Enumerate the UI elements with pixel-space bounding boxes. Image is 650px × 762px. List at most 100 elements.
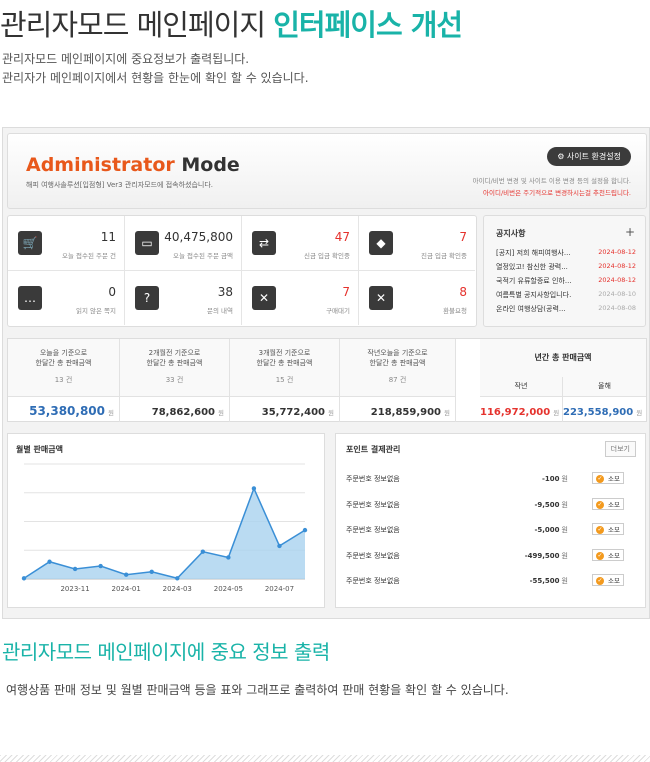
period-count: 13 건	[54, 376, 73, 384]
consume-button[interactable]: ✓ 소모	[592, 548, 624, 561]
point-row: 주문번호 정보없음 -100 원 ✓ 소모	[346, 472, 636, 486]
data-point	[302, 527, 308, 533]
stat-card[interactable]: ▭ 40,475,800 오늘 접수된 주문 금액	[125, 216, 242, 271]
point-amount: -5,000 원	[535, 525, 569, 535]
notice-item-date: 2024-08-12	[598, 276, 636, 284]
notice-item-title: 열정있고! 참신한 광력...	[496, 263, 568, 271]
stat-card[interactable]: … 0 읽지 않은 쪽지	[8, 271, 125, 325]
point-payment-panel: 포인트 결제관리 더보기 주문번호 정보없음 -100 원 ✓ 소모 주문번호 정보없음 -…	[335, 433, 646, 608]
point-row: 주문번호 정보없음 -55,500 원 ✓ 소모	[346, 574, 636, 588]
stat-card[interactable]: 🛒 11 오늘 접수된 주문 건	[8, 216, 125, 271]
notice-item-title: [공지] 저희 해피여행사...	[496, 249, 571, 257]
check-icon: ✓	[596, 551, 604, 560]
intro-text: 관리자모드 메인페이지에 중요정보가 출력됩니다. 관리자가 메인페이지에서 현…	[2, 50, 309, 88]
stats-panel: 🛒 11 오늘 접수된 주문 건 ▭ 40,475,800 오늘 접수된 주문 금액 ⇄ 47…	[7, 215, 477, 327]
period-sublabel: 한달간 총 판매금액	[35, 359, 92, 367]
consume-button[interactable]: ✓ 소모	[592, 497, 624, 510]
currency-unit: 원	[636, 409, 643, 417]
point-amount: -55,500 원	[530, 576, 568, 586]
stat-card[interactable]: ⇄ 47 신금 입금 확인중	[242, 216, 359, 271]
page-title-highlight: 인터페이스 개선	[273, 8, 463, 42]
admin-header: Administrator Mode 해피 여행사솔루션[입점형] Ver3 관…	[7, 133, 647, 209]
x-tick-label: 2024-01	[112, 585, 141, 593]
period-label: 3개월전 기준으로	[258, 349, 311, 357]
stat-label: 진금 입금 확인중	[421, 252, 467, 260]
notice-item[interactable]: 국적기 유류할증료 인하... 2024-08-12	[496, 276, 636, 290]
sales-period-value: 218,859,900 원	[340, 396, 456, 422]
check-icon: ✓	[596, 500, 604, 509]
stat-value: 38	[217, 285, 233, 299]
point-amount-value: -5,000	[534, 526, 560, 534]
period-sublabel: 한달간 총 판매금액	[369, 359, 426, 367]
consume-button[interactable]: ✓ 소모	[592, 472, 624, 484]
stat-label: 환불요청	[443, 307, 467, 315]
consume-label: 소모	[608, 551, 620, 560]
consume-button[interactable]: ✓ 소모	[592, 574, 624, 586]
consume-label: 소모	[608, 475, 620, 483]
notice-more-icon[interactable]: +	[625, 225, 635, 239]
point-amount-value: -9,500	[534, 500, 560, 509]
currency-unit: 원	[561, 475, 568, 483]
logo-subtitle: 해피 여행사솔루션[입점형] Ver3 관리자모드에 접속하셨습니다.	[26, 181, 214, 189]
stat-card[interactable]: ✕ 8 환불요청	[359, 271, 475, 325]
card-icon: ▭	[135, 231, 159, 255]
stat-card[interactable]: ✕ 7 구매대기	[242, 271, 359, 325]
currency-unit: 원	[328, 409, 334, 417]
data-point	[251, 486, 257, 491]
data-point	[47, 559, 52, 564]
currency-unit: 원	[444, 409, 450, 417]
check-icon: ✓	[596, 526, 604, 534]
stat-card[interactable]: ? 38 문의 내역	[125, 271, 242, 325]
settings-note: 아이디/비번 변경 및 사이트 이용 변경 등의 설정을 합니다.	[472, 177, 631, 185]
site-settings-button[interactable]: ⚙ 사이트 환경설정	[547, 147, 631, 166]
notice-item[interactable]: 여름특별 공지사항입니다. 2024-08-10	[496, 290, 636, 304]
sales-period-value: 35,772,400 원	[230, 396, 340, 422]
cart-cancel-icon: ✕	[252, 286, 276, 310]
period-count: 33 건	[165, 376, 184, 384]
intro-line: 관리자가 메인페이지에서 현황을 한눈에 확인 할 수 있습니다.	[2, 71, 309, 85]
notice-item-date: 2024-08-12	[598, 248, 636, 256]
point-row: 주문번호 정보없음 -499,500 원 ✓ 소모	[346, 548, 636, 563]
page-title-text: 관리자모드 메인페이지	[0, 8, 274, 42]
point-amount-value: -499,500	[524, 551, 560, 560]
divider	[0, 755, 650, 762]
point-amount: -499,500 원	[525, 551, 568, 561]
data-point	[123, 572, 129, 577]
consume-label: 소모	[608, 526, 620, 534]
cart-icon: 🛒	[18, 231, 42, 255]
order-number: 주문번호 정보없음	[346, 551, 400, 560]
notice-item[interactable]: [공지] 저희 해피여행사... 2024-08-12	[496, 248, 636, 262]
sales-period-header: 2개월전 기준으로한달간 총 판매금액 33 건	[120, 339, 230, 396]
this-year-amount: 223,558,900	[563, 407, 634, 418]
intro-line: 관리자모드 메인페이지에 중요정보가 출력됩니다.	[2, 52, 250, 66]
notice-item[interactable]: 열정있고! 참신한 광력... 2024-08-12	[496, 262, 636, 276]
notice-item-title: 온라인 여행상담(공력...	[496, 305, 566, 313]
currency-unit: 원	[561, 577, 568, 585]
period-amount: 218,859,900	[370, 407, 442, 418]
logo-word-admin: Administrator	[26, 154, 175, 176]
period-sublabel: 한달간 총 판매금액	[146, 359, 203, 367]
more-button[interactable]: 더보기	[604, 441, 636, 457]
consume-button[interactable]: ✓ 소모	[592, 523, 624, 535]
stat-value: 7	[342, 285, 350, 299]
notice-item[interactable]: 온라인 여행상담(공력... 2024-08-08	[496, 304, 636, 318]
consume-label: 소모	[608, 500, 620, 509]
admin-logo: Administrator Mode	[26, 154, 240, 176]
point-row: 주문번호 정보없음 -5,000 원 ✓ 소모	[346, 523, 636, 537]
currency-unit: 원	[218, 409, 224, 417]
period-label: 2개월전 기준으로	[148, 349, 201, 357]
notice-item-date: 2024-08-08	[598, 304, 636, 312]
stat-value: 7	[459, 230, 467, 244]
data-point	[200, 549, 206, 554]
stat-value: 11	[100, 230, 116, 244]
stat-card[interactable]: ◆ 7 진금 입금 확인중	[359, 216, 475, 271]
notice-list: [공지] 저희 해피여행사... 2024-08-12 열정있고! 참신한 광력..…	[496, 248, 636, 318]
section-title: 관리자모드 메인페이지에 중요 정보 출력	[2, 640, 330, 664]
data-point	[226, 555, 231, 560]
last-year-header: 작년	[480, 377, 563, 396]
notice-item-title: 여름특별 공지사항입니다.	[496, 291, 572, 299]
stat-value: 8	[459, 285, 467, 299]
x-tick-label: 2023-11	[60, 585, 89, 593]
check-icon: ✓	[596, 475, 604, 483]
data-point	[72, 566, 78, 572]
